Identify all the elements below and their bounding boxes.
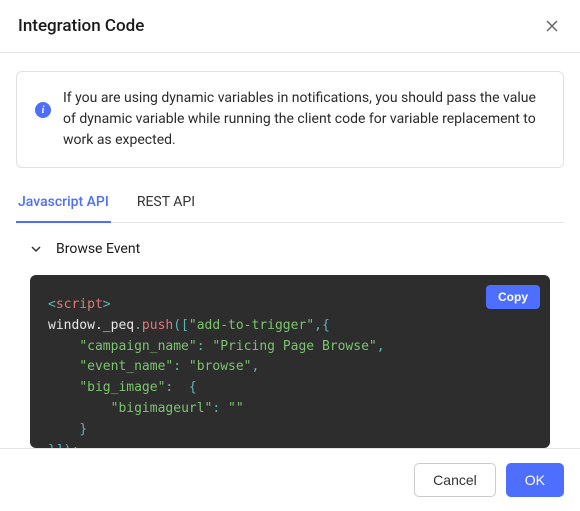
chevron-down-icon <box>30 243 42 255</box>
section-toggle[interactable]: Browse Event <box>16 223 564 275</box>
tab-rest-api[interactable]: REST API <box>135 184 197 222</box>
code-token: "bigimageurl" <box>111 401 213 416</box>
code-token: "event_name" <box>79 359 173 374</box>
code-token: }]); <box>48 443 79 448</box>
modal-title: Integration Code <box>18 16 144 36</box>
info-text: If you are using dynamic variables in no… <box>63 88 545 151</box>
code-token <box>48 401 111 416</box>
code-token: ([ <box>173 318 189 333</box>
tabs: Javascript API REST API <box>16 184 564 223</box>
code-token: script <box>56 297 103 312</box>
info-banner: i If you are using dynamic variables in … <box>16 71 564 168</box>
ok-button[interactable]: OK <box>506 463 564 497</box>
code-token: window._peq <box>48 318 134 333</box>
code-block: Copy <script> window._peq.push(["add-to-… <box>30 275 550 448</box>
code-token: : <box>212 401 228 416</box>
code-token: "browse" <box>189 359 252 374</box>
close-button[interactable] <box>542 16 562 36</box>
code-token: < <box>48 297 56 312</box>
code-token: } <box>79 422 87 437</box>
tab-javascript-api[interactable]: Javascript API <box>16 184 111 222</box>
code-token: , <box>377 339 385 354</box>
code-token <box>48 422 79 437</box>
code-token: : <box>165 380 181 395</box>
code-token: { <box>181 380 197 395</box>
code-token: "" <box>228 401 244 416</box>
code-token <box>48 380 79 395</box>
cancel-button[interactable]: Cancel <box>414 463 496 497</box>
code-token: , <box>252 359 260 374</box>
code-token: : <box>173 359 189 374</box>
code-token: "big_image" <box>79 380 165 395</box>
copy-button[interactable]: Copy <box>486 285 540 309</box>
code-token <box>48 359 79 374</box>
info-icon: i <box>35 102 51 118</box>
close-icon <box>544 18 560 34</box>
code-token: ,{ <box>314 318 330 333</box>
code-token: : <box>197 339 213 354</box>
code-token: . <box>134 318 142 333</box>
code-token: "campaign_name" <box>79 339 196 354</box>
code-token <box>48 339 79 354</box>
code-token: "Pricing Page Browse" <box>212 339 376 354</box>
section-title: Browse Event <box>56 241 140 257</box>
code-token: "add-to-trigger" <box>189 318 314 333</box>
code-token: > <box>103 297 111 312</box>
code-token: push <box>142 318 173 333</box>
